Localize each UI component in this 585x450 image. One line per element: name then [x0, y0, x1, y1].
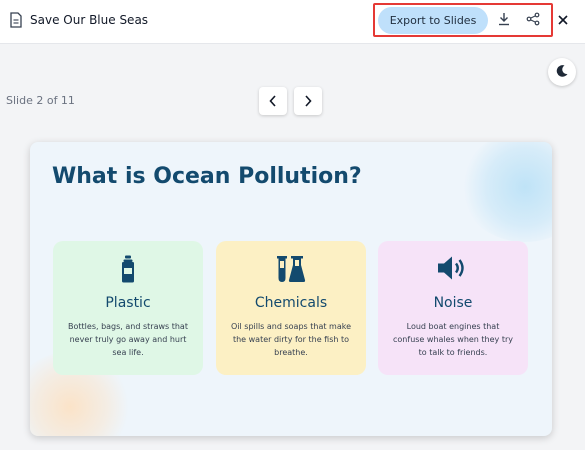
- card-title: Noise: [433, 295, 473, 311]
- slide-counter: Slide 2 of 11: [6, 94, 75, 107]
- card-description: Bottles, bags, and straws that never tru…: [68, 322, 188, 357]
- download-icon[interactable]: [495, 10, 513, 28]
- moon-icon: [555, 63, 569, 82]
- chevron-left-icon: [268, 92, 278, 111]
- card-plastic: Plastic Bottles, bags, and straws that n…: [53, 241, 203, 375]
- next-slide-button[interactable]: [294, 87, 322, 115]
- previous-slide-button[interactable]: [259, 87, 287, 115]
- share-icon[interactable]: [524, 10, 542, 28]
- flask-icon: [216, 255, 366, 285]
- dark-mode-toggle[interactable]: [548, 58, 576, 86]
- bottle-icon: [53, 255, 203, 285]
- card-title: Plastic: [105, 295, 151, 311]
- document-icon: [10, 12, 22, 28]
- top-bar: Save Our Blue Seas Export to Slides: [0, 0, 585, 44]
- export-to-slides-button[interactable]: Export to Slides: [378, 7, 488, 34]
- card-noise: Noise Loud boat engines that confuse wha…: [378, 241, 528, 375]
- card-description: Oil spills and soaps that make the water…: [230, 322, 351, 357]
- chevron-right-icon: [303, 92, 313, 111]
- close-icon[interactable]: [556, 12, 570, 26]
- decorative-blob-blue: [460, 142, 552, 242]
- card-description: Loud boat engines that confuse whales wh…: [393, 322, 513, 357]
- presentation-title: Save Our Blue Seas: [30, 13, 149, 27]
- slide-title: What is Ocean Pollution?: [52, 164, 362, 189]
- speaker-icon: [378, 255, 528, 285]
- slide-canvas: What is Ocean Pollution? Plastic Bottles…: [30, 142, 552, 436]
- card-title: Chemicals: [254, 295, 328, 311]
- card-chemicals: Chemicals Oil spills and soaps that make…: [216, 241, 366, 375]
